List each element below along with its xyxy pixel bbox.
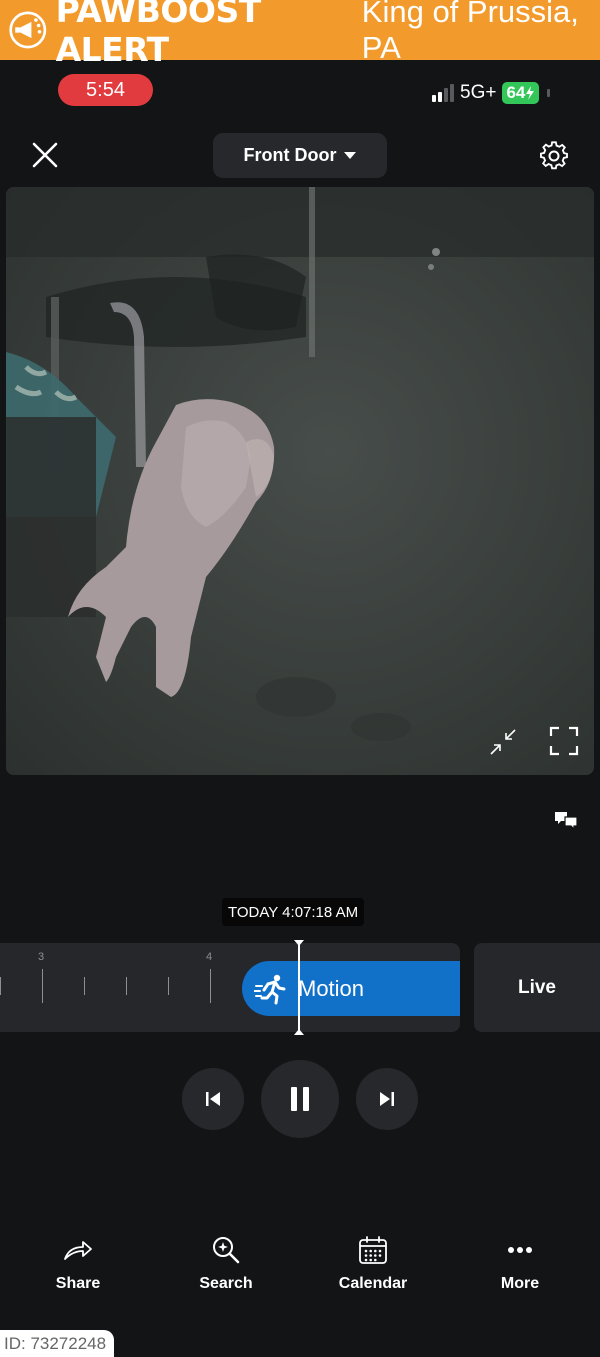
charging-bolt-icon xyxy=(526,86,535,100)
timeline-tick xyxy=(168,977,169,995)
close-icon xyxy=(32,142,58,168)
live-button[interactable]: Live xyxy=(474,943,600,1032)
close-button[interactable] xyxy=(28,138,62,172)
network-label: 5G+ xyxy=(460,82,497,103)
fullscreen-button[interactable] xyxy=(546,723,582,759)
running-person-icon xyxy=(254,974,286,1004)
nav-label: Calendar xyxy=(338,1275,408,1292)
more-button[interactable]: More xyxy=(465,1225,575,1301)
minimize-arrows-icon xyxy=(490,729,516,755)
device-name: Front Door xyxy=(243,145,337,165)
shrink-button[interactable] xyxy=(486,725,520,759)
nav-label: Share xyxy=(55,1275,101,1292)
calendar-button[interactable]: Calendar xyxy=(318,1225,428,1301)
banner-title: PAWBOOST ALERT xyxy=(55,0,262,69)
megaphone-paw-icon xyxy=(9,11,47,49)
banner-location: King of Prussia, PA xyxy=(361,0,579,65)
timeline-tick xyxy=(42,969,43,1003)
fullscreen-icon xyxy=(549,726,579,756)
share-arrow-icon xyxy=(61,1233,95,1267)
timeline-tick xyxy=(84,977,85,995)
battery-level: 64 xyxy=(506,83,526,102)
next-event-button[interactable] xyxy=(356,1068,418,1130)
skip-forward-icon xyxy=(380,1092,394,1106)
calendar-icon xyxy=(356,1233,390,1267)
motion-event-label: Motion xyxy=(298,975,365,1001)
motion-event[interactable]: Motion xyxy=(242,961,460,1016)
more-dots-icon xyxy=(503,1233,537,1267)
timeline-tick xyxy=(210,969,211,1003)
playhead[interactable] xyxy=(294,940,304,1035)
nav-label: More xyxy=(500,1275,540,1292)
listing-id-tag: ID: 73272248 xyxy=(0,1330,114,1357)
tick-label: 3 xyxy=(38,951,45,963)
battery-icon: 64 xyxy=(502,82,540,104)
device-selector[interactable]: Front Door xyxy=(213,133,387,178)
search-button[interactable]: Search xyxy=(171,1225,281,1301)
timeline-timestamp: TODAY 4:07:18 AM xyxy=(222,898,365,926)
nav-label: Search xyxy=(199,1275,253,1292)
timeline-tick xyxy=(126,977,127,995)
pause-button[interactable] xyxy=(261,1060,339,1138)
camera-video-feed[interactable] xyxy=(6,187,594,775)
status-indicators: 5G+ 64 xyxy=(432,82,551,104)
night-camera-image xyxy=(6,187,594,775)
tick-label: 4 xyxy=(206,951,213,963)
settings-button[interactable] xyxy=(536,138,572,174)
bottom-action-bar: Share Search Calendar More xyxy=(0,1225,600,1305)
share-button[interactable]: Share xyxy=(23,1225,133,1301)
search-sparkle-icon xyxy=(209,1233,243,1267)
thumbs-feedback-icon xyxy=(555,812,578,831)
pause-icon xyxy=(291,1087,309,1111)
status-time: 5:54 xyxy=(58,74,153,106)
gear-icon xyxy=(540,141,568,170)
pawboost-banner: PAWBOOST ALERT King of Prussia, PA xyxy=(0,0,600,69)
timeline-tick xyxy=(0,977,1,995)
previous-event-button[interactable] xyxy=(182,1068,244,1130)
signal-icon xyxy=(432,84,454,102)
chevron-down-icon xyxy=(344,151,357,159)
timeline-scrubber[interactable]: 3 4 Motion xyxy=(0,943,460,1032)
skip-back-icon xyxy=(206,1092,220,1106)
feedback-button[interactable] xyxy=(550,804,582,836)
